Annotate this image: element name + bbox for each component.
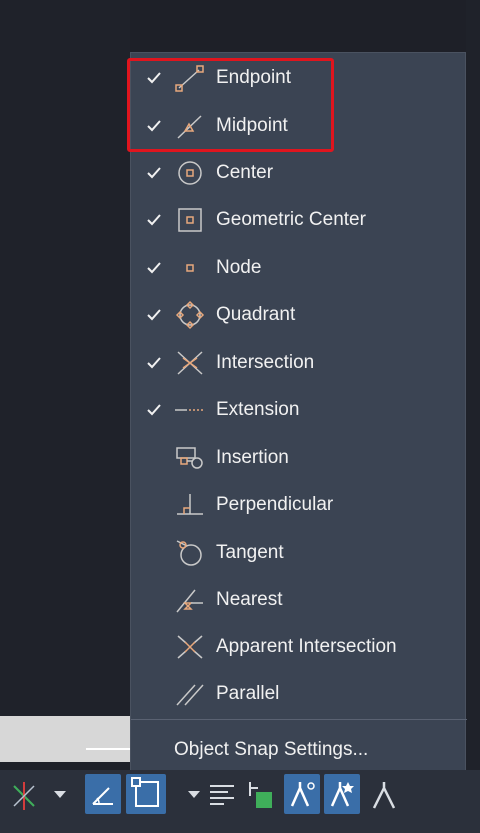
checkmark-icon <box>147 120 161 132</box>
snap-item-label: Geometric Center <box>216 209 366 230</box>
dropdown-arrow-icon[interactable] <box>184 776 204 812</box>
snap-item-center[interactable]: Center <box>131 150 467 197</box>
checkmark-icon <box>147 357 161 369</box>
snap-item-tangent[interactable]: Tangent <box>131 530 467 577</box>
snap-item-label: Node <box>216 257 262 278</box>
command-line-pane <box>0 716 130 762</box>
drawing-area-right <box>466 0 480 770</box>
transparency-icon[interactable] <box>244 776 276 812</box>
isometric-drafting-button[interactable] <box>85 774 121 814</box>
drawing-area-left <box>0 0 130 833</box>
snap-item-intersection[interactable]: Intersection <box>131 340 467 387</box>
dropdown-arrow-icon[interactable] <box>50 776 70 812</box>
command-line-cursor <box>86 748 130 750</box>
annotation-visibility-icon <box>330 782 354 807</box>
checkmark-icon <box>147 262 161 274</box>
annotation-scale-button[interactable] <box>284 774 320 814</box>
parallel-icon <box>176 684 204 706</box>
snap-item-endpoint[interactable]: Endpoint <box>131 55 467 102</box>
annotation-monitor-icon[interactable] <box>366 776 402 812</box>
snap-item-label: Quadrant <box>216 304 296 325</box>
checkmark-icon <box>147 214 161 226</box>
lineweight-icon[interactable] <box>206 776 238 812</box>
geometric-center-icon <box>178 208 202 232</box>
snap-item-perpendicular[interactable]: Perpendicular <box>131 482 467 529</box>
checkmark-icon <box>147 404 161 416</box>
snap-item-midpoint[interactable]: Midpoint <box>131 103 467 150</box>
endpoint-icon <box>175 65 204 92</box>
isometric-drafting-icon <box>92 787 113 805</box>
checkmark-icon <box>147 309 161 321</box>
object-snap-settings-label: Object Snap Settings... <box>174 739 369 760</box>
apparent-intersection-icon <box>177 635 203 659</box>
snap-item-apparent-intersection[interactable]: Apparent Intersection <box>131 624 467 671</box>
snap-item-parallel[interactable]: Parallel <box>131 671 467 718</box>
snap-item-label: Tangent <box>216 542 284 563</box>
perpendicular-icon <box>177 494 203 515</box>
snap-item-quadrant[interactable]: Quadrant <box>131 292 467 339</box>
object-snap-settings-item[interactable]: Object Snap Settings... <box>131 727 467 773</box>
intersection-icon <box>177 351 203 375</box>
extension-icon <box>175 409 205 411</box>
nearest-icon <box>176 589 203 613</box>
snap-item-label: Extension <box>216 399 300 420</box>
menu-divider <box>131 719 467 720</box>
snap-item-insertion[interactable]: Insertion <box>131 435 467 482</box>
annotation-visibility-button[interactable] <box>324 774 360 814</box>
quadrant-icon <box>175 300 205 330</box>
object-snap-menu: Endpoint Midpoint Center Geometric Cente… <box>130 52 467 773</box>
snap-item-extension[interactable]: Extension <box>131 387 467 434</box>
tangent-icon <box>176 540 202 566</box>
snap-item-label: Nearest <box>216 589 283 610</box>
object-snap-button[interactable] <box>126 774 166 814</box>
status-bar <box>0 770 480 833</box>
checkmark-icon <box>147 72 161 84</box>
checkmark-icon <box>147 167 161 179</box>
snap-item-label: Midpoint <box>216 115 288 136</box>
snap-item-label: Insertion <box>216 447 289 468</box>
node-icon <box>186 264 194 272</box>
snap-item-nearest[interactable]: Nearest <box>131 577 467 624</box>
center-icon <box>178 161 202 185</box>
snap-item-node[interactable]: Node <box>131 245 467 292</box>
object-snap-icon <box>131 777 159 807</box>
snap-item-label: Apparent Intersection <box>216 636 397 657</box>
snap-item-label: Perpendicular <box>216 494 334 515</box>
polar-tracking-icon[interactable] <box>8 776 40 812</box>
snap-item-label: Center <box>216 162 274 183</box>
annotation-scale-icon <box>290 782 315 807</box>
snap-item-label: Parallel <box>216 683 280 704</box>
snap-item-label: Endpoint <box>216 67 292 88</box>
snap-item-geometric-center[interactable]: Geometric Center <box>131 197 467 244</box>
snap-item-label: Intersection <box>216 352 315 373</box>
insertion-icon <box>176 447 203 469</box>
midpoint-icon <box>177 115 202 139</box>
